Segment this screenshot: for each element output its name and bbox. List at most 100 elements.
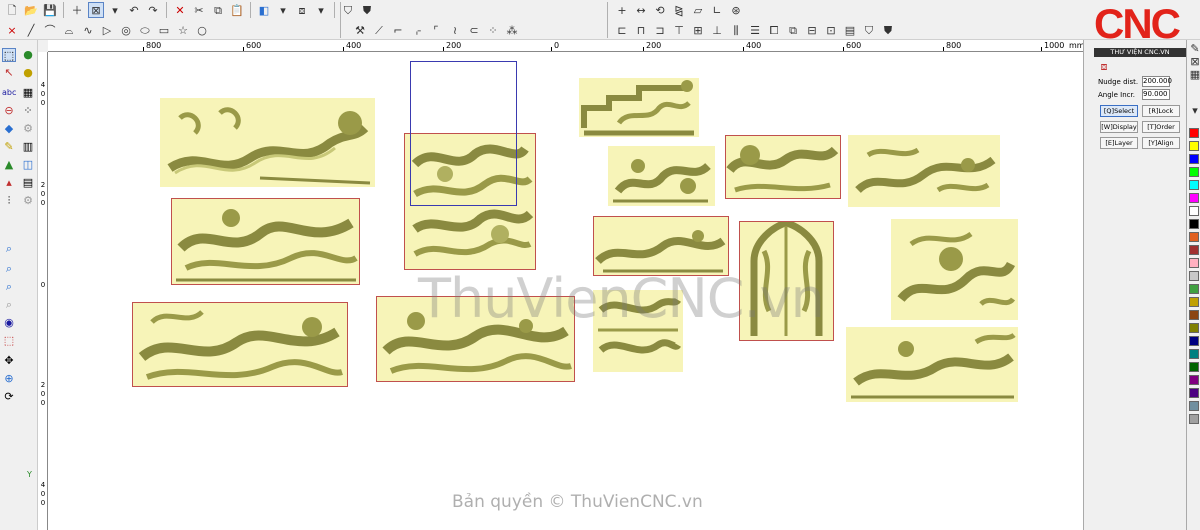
panel-icon[interactable]: ⧈	[1096, 58, 1112, 74]
dropdown-arrow-icon[interactable]: ▾	[107, 2, 123, 18]
selection-rectangle[interactable]	[410, 61, 517, 206]
spline-icon[interactable]: ≀	[447, 22, 463, 38]
trim-icon[interactable]: ⚒	[352, 22, 368, 38]
color-swatch[interactable]	[1189, 388, 1199, 398]
color-swatch[interactable]	[1189, 219, 1199, 229]
cut-icon[interactable]: ✂	[191, 2, 207, 18]
select-box-icon[interactable]: ⊠	[88, 2, 104, 18]
distribute-h-icon[interactable]: ⫼	[728, 22, 744, 38]
move-icon[interactable]: +	[614, 2, 630, 18]
design-canvas[interactable]: ThuVienCNC.vn Bản quyền © ThuVienCNC.vn	[48, 52, 1083, 530]
paste-icon[interactable]: 📋	[229, 2, 245, 18]
triangle-icon[interactable]: ▷	[99, 22, 115, 38]
relief-copy-icon[interactable]: ◫	[21, 158, 35, 172]
color-swatch[interactable]	[1189, 167, 1199, 177]
zoom-disabled-icon[interactable]: ⌕	[2, 298, 16, 312]
nest-icon[interactable]: ⊡	[823, 22, 839, 38]
align-left-icon[interactable]: ⊏	[614, 22, 630, 38]
palette-scroll-icon[interactable]: ▾	[1187, 102, 1200, 118]
knife-icon[interactable]: ⟋	[371, 22, 387, 38]
circle-icon[interactable]: ◎	[118, 22, 134, 38]
relief-frame-panel[interactable]	[579, 78, 699, 137]
undo-icon[interactable]: ↶	[126, 2, 142, 18]
circle-outline-icon[interactable]: ○	[194, 22, 210, 38]
bucket-icon[interactable]: ▲	[2, 158, 16, 172]
mirror-icon[interactable]: ⧎	[671, 2, 687, 18]
angle-input[interactable]: 90.000	[1142, 89, 1170, 100]
lock-button[interactable]: [R]Lock	[1142, 105, 1180, 117]
ellipse-icon[interactable]: ⬭	[137, 22, 153, 38]
wrap-icon[interactable]: ⊛	[728, 2, 744, 18]
select-tool-icon[interactable]: ⬚	[2, 48, 16, 62]
shape-tool-icon[interactable]: ◆	[2, 122, 16, 136]
paint-palette-icon[interactable]: ▥	[21, 140, 35, 154]
copy-icon[interactable]: ⧉	[210, 2, 226, 18]
display-button[interactable]: [W]Display	[1100, 121, 1138, 133]
save-file-icon[interactable]: 💾	[42, 2, 58, 18]
color-swatch[interactable]	[1189, 401, 1199, 411]
shield-outline-icon[interactable]: ⛉	[861, 22, 877, 38]
table-icon[interactable]: ▤	[21, 176, 35, 190]
relief-dragon-corner-panel[interactable]	[846, 327, 1018, 402]
array-icon[interactable]: ⊟	[804, 22, 820, 38]
text-tool-icon[interactable]: abc	[2, 86, 16, 100]
box-view-icon[interactable]: ⧈	[294, 2, 310, 18]
warning-icon[interactable]: ▴	[2, 176, 16, 190]
angle-icon[interactable]: ∟	[709, 2, 725, 18]
relief-dragon-panel[interactable]	[160, 98, 375, 187]
color-swatch[interactable]	[1189, 141, 1199, 151]
relief-beast-panel[interactable]	[608, 146, 715, 206]
color-swatch[interactable]	[1189, 284, 1199, 294]
align-middle-icon[interactable]: ⊞	[690, 22, 706, 38]
color-swatch[interactable]	[1189, 349, 1199, 359]
light-bulb-yellow-icon[interactable]: ●	[21, 66, 35, 80]
order-button[interactable]: [T]Order	[1142, 121, 1180, 133]
line-icon[interactable]: ╱	[23, 22, 39, 38]
vector-tool-icon[interactable]: ⊖	[2, 104, 16, 118]
color-swatch[interactable]	[1189, 206, 1199, 216]
star-icon[interactable]: ☆	[175, 22, 191, 38]
shield-filled-icon[interactable]: ⛊	[359, 2, 375, 18]
relief-phoenix-panel[interactable]	[848, 135, 1000, 207]
magnify-icon[interactable]: ⊕	[2, 372, 16, 386]
zoom-box-icon[interactable]: ⌕	[2, 242, 16, 256]
color-swatch[interactable]	[1189, 154, 1199, 164]
rectangle-icon[interactable]: ▭	[156, 22, 172, 38]
point-icon[interactable]: ×	[4, 22, 20, 38]
color-swatch[interactable]	[1189, 245, 1199, 255]
view-3d-icon[interactable]: ◧	[256, 2, 272, 18]
weld-icon[interactable]: ⁂	[504, 22, 520, 38]
distribute-v-icon[interactable]: ☰	[747, 22, 763, 38]
delete-icon[interactable]: ✕	[172, 2, 188, 18]
align-center-icon[interactable]: ⊓	[633, 22, 649, 38]
group-icon[interactable]: ⧠	[766, 22, 782, 38]
offset-icon[interactable]: ⊂	[466, 22, 482, 38]
align-right-icon[interactable]: ⊐	[652, 22, 668, 38]
crosshair-icon[interactable]: ＋	[69, 2, 85, 18]
chamfer-icon[interactable]: ⌌	[409, 22, 425, 38]
refresh-icon[interactable]: ⟳	[2, 390, 16, 404]
select-button[interactable]: [Q]Select	[1100, 105, 1138, 117]
color-swatch[interactable]	[1189, 271, 1199, 281]
paint-brush-icon[interactable]: ✎	[2, 140, 16, 154]
align-bottom-icon[interactable]: ⊥	[709, 22, 725, 38]
nodes-icon[interactable]: ⁘	[485, 22, 501, 38]
ruler-tool-icon[interactable]: ⫶	[2, 194, 16, 208]
color-swatch[interactable]	[1189, 336, 1199, 346]
zoom-all-icon[interactable]: ◉	[2, 316, 16, 330]
light-bulb-green-icon[interactable]: ●	[21, 48, 35, 62]
color-swatch[interactable]	[1189, 362, 1199, 372]
relief-tool-icon[interactable]: ⁘	[21, 104, 35, 118]
corner-icon[interactable]: ⌜	[428, 22, 444, 38]
color-swatch[interactable]	[1189, 375, 1199, 385]
color-swatch[interactable]	[1189, 258, 1199, 268]
color-swatch[interactable]	[1189, 414, 1199, 424]
scale-width-icon[interactable]: ↔	[633, 2, 649, 18]
redo-icon[interactable]: ↷	[145, 2, 161, 18]
shear-icon[interactable]: ▱	[690, 2, 706, 18]
gear-disabled-icon[interactable]: ⚙	[21, 194, 35, 208]
relief-qilin-panel[interactable]	[891, 219, 1018, 320]
color-swatch[interactable]	[1189, 193, 1199, 203]
pan-icon[interactable]: ✥	[2, 354, 16, 368]
dropdown-arrow-icon[interactable]: ▾	[275, 2, 291, 18]
